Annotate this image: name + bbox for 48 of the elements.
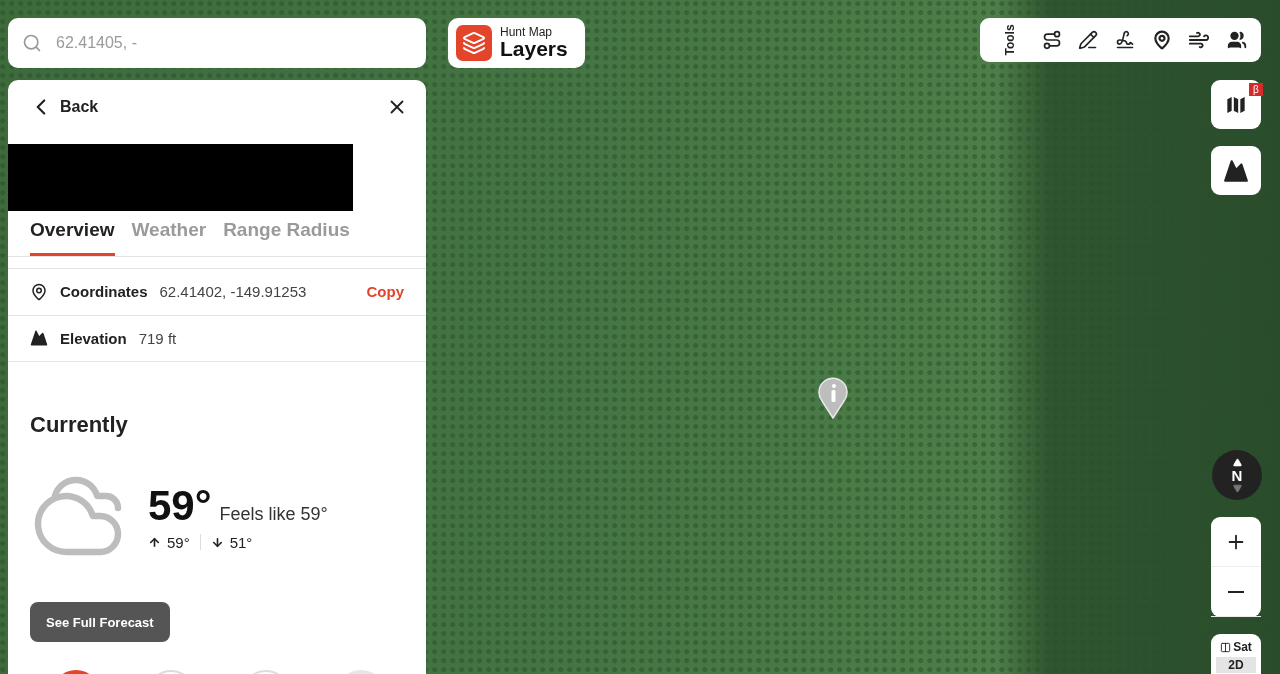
copy-link[interactable]: Copy (366, 283, 404, 301)
detail-label: Coordinates (60, 283, 148, 301)
tools-label: Tools (1002, 24, 1017, 56)
draw-tool[interactable] (1078, 30, 1099, 50)
compass-button[interactable]: N (1212, 450, 1262, 500)
back-button[interactable]: Back (28, 94, 99, 121)
satellite-map[interactable]: 62.41405, - Back Overview Weather Range Radius Coordinates 62.41402, -149.91253 Copy Elevation 719 ft Currently 59° Feels like 59° 59° 51° See Full Forecast Hunt Map Layers Tools β N Sat 2D (0, 0, 1280, 674)
south-arrow-icon (1232, 483, 1242, 493)
map-tool-button[interactable] (1211, 80, 1261, 129)
north-arrow-icon (1232, 457, 1242, 467)
search-bar[interactable]: 62.41405, - (8, 18, 426, 68)
dimension-button[interactable]: 2D (1216, 657, 1256, 673)
detail-value: 719 ft (138, 329, 178, 347)
temperature: 59° (148, 481, 212, 530)
layers-label: Layers (500, 38, 568, 61)
layers-button[interactable]: Hunt Map Layers (448, 18, 585, 68)
feels-like: Feels like 59° (219, 503, 328, 525)
wind-tool[interactable] (1188, 29, 1211, 51)
tab[interactable]: Overview (30, 211, 115, 257)
weather-heading: Currently (30, 412, 129, 438)
low-temperature: 51° (229, 533, 253, 551)
map-pin-icon (1151, 30, 1172, 50)
map-book-icon (1220, 641, 1232, 653)
pin-tool[interactable] (1151, 30, 1172, 50)
signature-icon (1115, 30, 1135, 50)
map-pin-icon (30, 282, 48, 301)
freehand-tool[interactable] (1115, 30, 1135, 50)
mountain-icon (1223, 157, 1249, 184)
info-pin-icon[interactable] (817, 375, 849, 419)
satellite-button[interactable]: Sat (1220, 640, 1252, 654)
detail-value: 62.41402, -149.91253 (159, 283, 308, 301)
users-icon (1226, 30, 1247, 50)
people-tool[interactable] (1226, 30, 1247, 50)
terrain-button[interactable] (1211, 146, 1261, 195)
detail-label: Elevation (60, 329, 127, 347)
layers-icon (456, 25, 492, 61)
layers-caption: Hunt Map (500, 25, 553, 39)
arrow-down-icon (210, 535, 224, 549)
minus-icon (1228, 590, 1244, 593)
wind-icon (1188, 29, 1211, 51)
arrow-up-icon (148, 535, 161, 549)
forecast-button[interactable]: See Full Forecast (30, 602, 170, 642)
beta-badge: β (1249, 83, 1263, 96)
high-temperature: 59° (167, 533, 190, 551)
search-icon (22, 33, 42, 53)
search-field[interactable]: 62.41405, - (54, 25, 412, 61)
mountain-icon (30, 329, 48, 348)
pencil-icon (1078, 30, 1099, 50)
